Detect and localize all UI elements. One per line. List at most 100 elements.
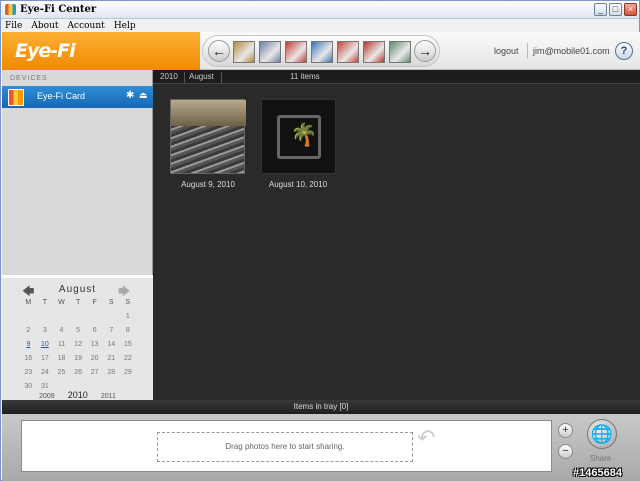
year-2011[interactable]: 2011 (101, 393, 116, 400)
close-button[interactable]: × (624, 3, 637, 16)
calendar-day: 22 (123, 355, 132, 362)
calendar-blank (37, 313, 54, 322)
calendar-blank (53, 313, 70, 322)
carousel-thumbnail[interactable] (311, 41, 333, 63)
calendar-blank (103, 313, 120, 322)
share-tray: Drag photos here to start sharing. ↶ + −… (2, 414, 640, 481)
carousel-thumbnail[interactable] (363, 41, 385, 63)
photo-browser: 2010 August 11 items 🌴 August 9, 2010 Au… (153, 70, 640, 400)
calendar-day: 26 (74, 369, 82, 376)
breadcrumb-divider (221, 72, 222, 83)
app-window: Eye-Fi Center _ □ × File About Account H… (0, 0, 640, 481)
menu-account[interactable]: Account (64, 20, 105, 31)
weekday-label: F (92, 299, 97, 306)
calendar-day: 15 (123, 341, 132, 348)
title-bar: Eye-Fi Center _ □ × (1, 1, 639, 19)
calendar-day: 7 (109, 327, 114, 334)
tray-status: Items in tray [0] (2, 400, 640, 414)
calendar-day: 24 (40, 369, 49, 376)
palm-tree-icon: 🌴 (290, 122, 318, 147)
zoom-out-button[interactable]: − (558, 444, 573, 459)
weekday-label: S (125, 299, 131, 306)
photo-placeholder[interactable]: 🌴 (261, 99, 336, 174)
calendar-day[interactable]: 10 (37, 341, 54, 350)
eject-icon[interactable]: ⏏ (139, 90, 148, 101)
weekday-label: S (108, 299, 114, 306)
app-icon (5, 4, 16, 15)
weekday-label: W (58, 299, 65, 306)
calendar-day: 14 (107, 341, 116, 348)
menu-file[interactable]: File (1, 20, 22, 31)
calendar-day: 18 (57, 355, 66, 362)
gear-icon[interactable]: ✱ (126, 90, 134, 101)
weekday-label: T (75, 299, 81, 306)
watermark: #1465684 (573, 467, 622, 479)
card-icon (8, 89, 24, 106)
calendar-day: 12 (74, 341, 82, 348)
carousel-thumbnail[interactable] (337, 41, 359, 63)
carousel-prev-button[interactable]: ← (208, 40, 230, 62)
breadcrumb-divider (184, 72, 185, 83)
year-2010[interactable]: 2010 (68, 390, 88, 400)
share-label: Share (590, 454, 612, 463)
calendar-blank (20, 313, 37, 322)
breadcrumb-year[interactable]: 2010 (160, 72, 178, 81)
calendar-day: 20 (90, 355, 99, 362)
calendar-day[interactable]: 9 (20, 341, 37, 350)
calendar-day: 8 (125, 327, 130, 334)
photo-thumbnail-keyboard[interactable] (170, 99, 246, 174)
carousel-thumbnail[interactable] (389, 41, 411, 63)
carousel-thumbnail[interactable] (233, 41, 255, 63)
calendar-day: 4 (59, 327, 64, 334)
account-email: jim@mobile01.com (533, 46, 610, 56)
calendar-day: 17 (40, 355, 49, 362)
help-icon[interactable]: ? (615, 42, 633, 60)
brand-logo: Eye-Fi (2, 32, 200, 70)
calendar-day: 6 (92, 327, 97, 334)
breadcrumb-month[interactable]: August (189, 72, 214, 81)
share-globe-icon[interactable]: 🌐 (587, 419, 617, 449)
header-divider (527, 43, 528, 59)
breadcrumb: 2010 August 11 items (153, 70, 640, 84)
year-2009[interactable]: 2009 (39, 393, 55, 400)
photo-caption: August 10, 2010 (268, 180, 328, 189)
photo-caption: August 9, 2010 (181, 180, 235, 189)
calendar-day: 21 (107, 355, 116, 362)
calendar-grid: M T W T F S S 1 2 3 4 5 6 7 8 9 10 11 12 13 14 15 16 17 18 19 20 21… (20, 299, 138, 392)
calendar-day: 29 (123, 369, 132, 376)
menu-bar: File About Account Help (1, 19, 639, 32)
calendar-day: 27 (90, 369, 99, 376)
calendar-day: 3 (42, 327, 47, 334)
calendar-day: 25 (57, 369, 66, 376)
calendar-day: 28 (107, 369, 116, 376)
toolbar: Eye-Fi ← → logout jim@mobile01.com ? (2, 32, 640, 70)
minimize-button[interactable]: _ (594, 3, 607, 16)
calendar-blank (70, 313, 87, 322)
maximize-button[interactable]: □ (609, 3, 622, 16)
logout-link[interactable]: logout (494, 46, 519, 56)
carousel-thumbnails (233, 41, 411, 63)
menu-about[interactable]: About (27, 20, 58, 31)
zoom-in-button[interactable]: + (558, 423, 573, 438)
calendar-day: 11 (57, 341, 66, 348)
tray-panel: Drag photos here to start sharing. ↶ (21, 420, 552, 472)
carousel-thumbnail[interactable] (259, 41, 281, 63)
calendar-day: 5 (76, 327, 81, 334)
calendar-day: 2 (26, 327, 31, 334)
weekday-label: T (42, 299, 48, 306)
device-label: Eye-Fi Card (37, 91, 86, 101)
item-count: 11 items (290, 72, 320, 81)
weekday-label: M (25, 299, 32, 306)
devices-heading: DEVICES (10, 75, 48, 82)
calendar-day: 16 (24, 355, 33, 362)
calendar-day: 19 (74, 355, 82, 362)
calendar-day: 23 (24, 369, 33, 376)
carousel-thumbnail[interactable] (285, 41, 307, 63)
calendar-day: 13 (90, 341, 99, 348)
photo-carousel: ← → (202, 35, 440, 67)
carousel-next-button[interactable]: → (414, 40, 436, 62)
menu-help[interactable]: Help (110, 20, 136, 31)
drop-zone[interactable]: Drag photos here to start sharing. (157, 432, 413, 462)
window-title: Eye-Fi Center (20, 4, 97, 15)
sidebar-item-eye-fi-card[interactable]: Eye-Fi Card ✱ ⏏ (2, 86, 153, 108)
